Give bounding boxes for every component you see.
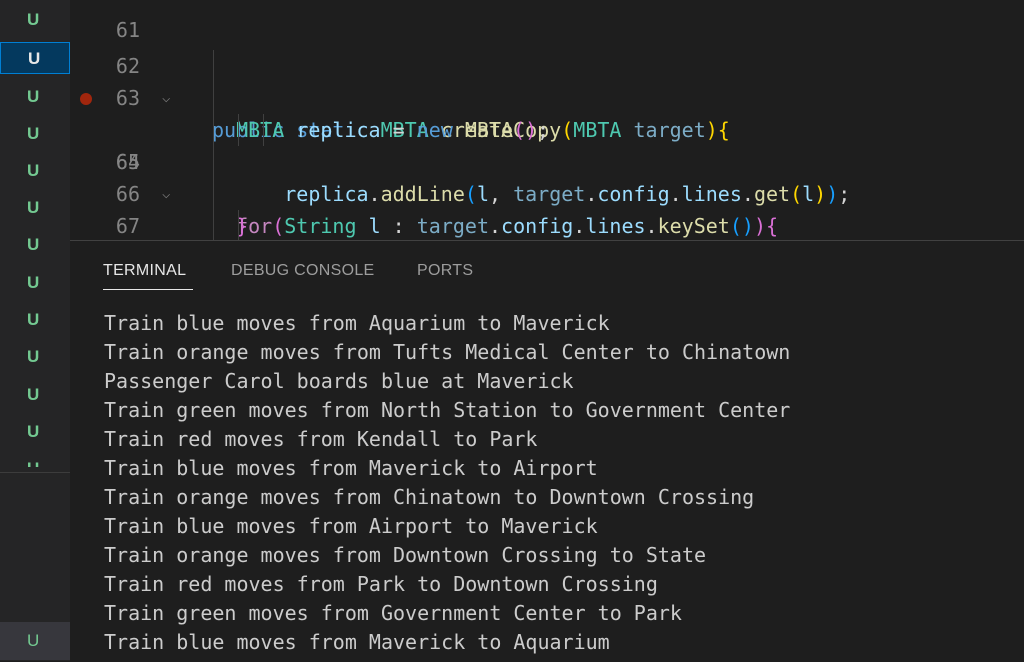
code-line: 61 xyxy=(70,0,1024,42)
terminal-line: Train orange moves from Chinatown to Dow… xyxy=(104,485,755,509)
indent-guide xyxy=(263,114,264,146)
terminal-line: Train blue moves from Maverick to Airpor… xyxy=(104,456,598,480)
code-line: 64 ⌵ for(String l : target.config.lines.… xyxy=(70,82,1024,238)
indent-guide xyxy=(213,114,214,146)
scm-status-untracked[interactable]: U xyxy=(0,192,70,224)
terminal-line: Train red moves from Park to Downtown Cr… xyxy=(104,572,658,596)
code-editor[interactable]: 61 62 ⌵ public static MBTA createCopy(MB… xyxy=(70,0,1024,240)
scm-status-untracked[interactable]: U xyxy=(0,304,70,336)
indent-guide xyxy=(213,146,214,178)
scm-status-untracked[interactable]: U xyxy=(0,416,70,448)
code-line: 65 replica.addLine(l, target.config.line… xyxy=(70,114,1024,206)
indent-guide xyxy=(213,82,214,114)
terminal-line: Train green moves from Government Center… xyxy=(104,601,682,625)
terminal-line: Train orange moves from Tufts Medical Ce… xyxy=(104,340,791,364)
source-control-strip: U U U U U U U U U U U U U U xyxy=(0,0,70,661)
indent-guide xyxy=(238,114,239,146)
terminal-line: Train blue moves from Maverick to Aquari… xyxy=(104,630,610,654)
code-line: 63 MBTA replica = new MBTA(); xyxy=(70,50,1024,142)
scm-status-untracked-selected[interactable]: U xyxy=(0,42,70,74)
scm-status-untracked[interactable]: U xyxy=(0,81,70,113)
active-tab-indicator xyxy=(103,289,193,290)
breakpoint-icon[interactable] xyxy=(80,93,92,105)
terminal-line: Train blue moves from Airport to Maveric… xyxy=(104,514,598,538)
scm-status-untracked[interactable]: U xyxy=(0,118,70,150)
terminal-line: Passenger Carol boards blue at Maverick xyxy=(104,369,574,393)
tab-debug-console[interactable]: DEBUG CONSOLE xyxy=(231,262,375,280)
scm-status-untracked[interactable]: U xyxy=(0,453,70,467)
indent-guide xyxy=(213,178,214,210)
terminal-output[interactable]: Train blue moves from Aquarium to Maveri… xyxy=(104,309,1004,657)
bottom-panel: TERMINAL DEBUG CONSOLE PORTS Train blue … xyxy=(70,240,1024,662)
terminal-line: Train blue moves from Aquarium to Maveri… xyxy=(104,311,610,335)
scm-status-untracked[interactable]: U xyxy=(0,379,70,411)
code-line: 67 ⌵ for(String t : target.config.trips.… xyxy=(70,178,1024,238)
tab-terminal[interactable]: TERMINAL xyxy=(103,262,186,280)
scm-status-untracked[interactable]: U xyxy=(0,229,70,261)
tab-ports[interactable]: PORTS xyxy=(417,262,473,280)
code-line: 66 } xyxy=(70,146,1024,238)
scm-status-untracked[interactable]: U xyxy=(0,155,70,187)
indent-guide xyxy=(238,210,239,240)
scm-status-untracked[interactable]: U xyxy=(0,341,70,373)
indent-guide xyxy=(213,50,214,82)
scm-status-untracked[interactable]: U xyxy=(0,267,70,299)
scm-status-untracked[interactable]: U xyxy=(0,622,70,660)
indent-guide xyxy=(213,210,214,240)
code-line: 62 ⌵ public static MBTA createCopy(MBTA … xyxy=(70,18,1024,142)
scm-divider xyxy=(0,472,70,473)
code-line-current: 68 replica.addLine(t, target.config.trip… xyxy=(70,210,1024,240)
terminal-line: Train orange moves from Downtown Crossin… xyxy=(104,543,707,567)
terminal-line: Train red moves from Kendall to Park xyxy=(104,427,538,451)
scm-status-untracked[interactable]: U xyxy=(0,4,70,36)
terminal-line: Train green moves from North Station to … xyxy=(104,398,791,422)
